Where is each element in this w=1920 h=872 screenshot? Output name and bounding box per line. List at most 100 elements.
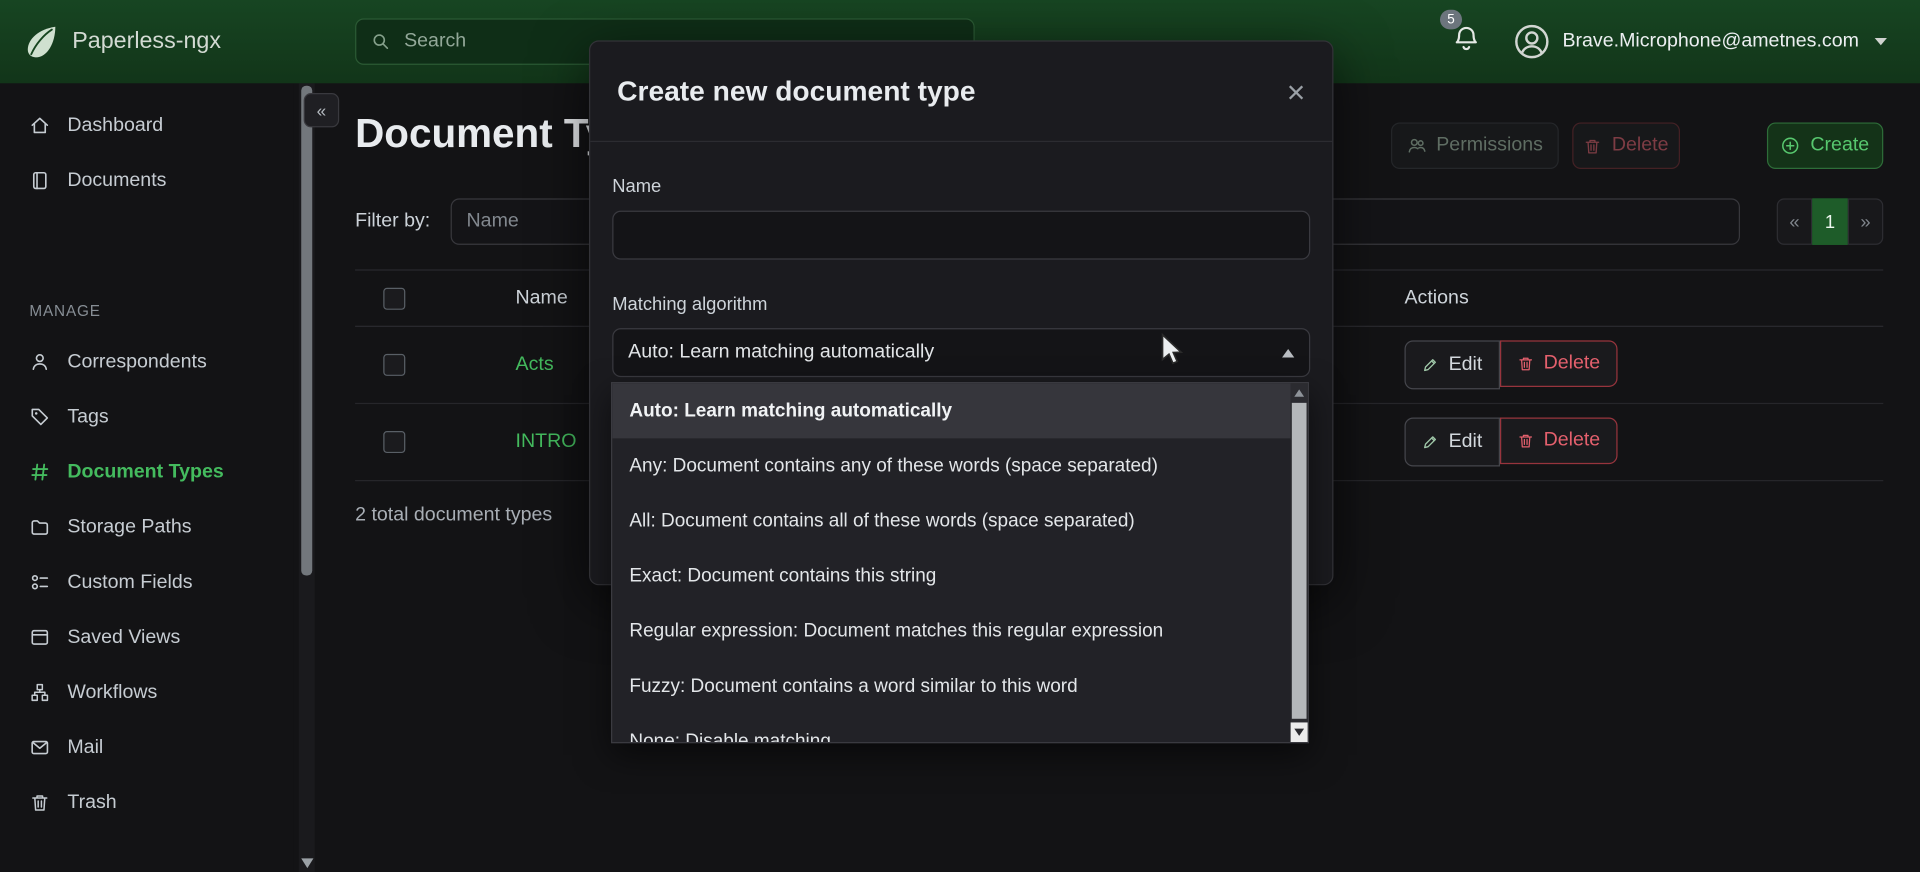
sidebar-item-label: Correspondents: [67, 350, 207, 372]
delete-button-label: Delete: [1611, 134, 1669, 156]
trash-icon: [29, 792, 50, 813]
sidebar-item-storage-paths[interactable]: Storage Paths: [0, 500, 294, 555]
mail-icon: [29, 737, 50, 758]
name-field-label: Name: [612, 176, 662, 198]
pagination-page-1-button[interactable]: 1: [1812, 198, 1848, 245]
delete-selected-button[interactable]: Delete: [1572, 122, 1680, 169]
permissions-button-label: Permissions: [1436, 134, 1543, 156]
dropdown-option-auto[interactable]: Auto: Learn matching automatically: [612, 383, 1291, 439]
dropdown-scrollbar-thumb[interactable]: [1291, 402, 1307, 719]
total-count-text: 2 total document types: [355, 504, 553, 526]
home-icon: [29, 115, 50, 136]
sidebar-item-documents[interactable]: Documents: [0, 153, 294, 208]
row-checkbox[interactable]: [383, 353, 406, 376]
tag-icon: [29, 407, 50, 428]
user-menu[interactable]: Brave.Microphone@ametnes.com: [1562, 0, 1888, 83]
select-value: Auto: Learn matching automatically: [628, 341, 935, 363]
modal-title: Create new document type: [617, 74, 976, 107]
sidebar-item-workflows[interactable]: Workflows: [0, 665, 294, 720]
dropdown-option-regex[interactable]: Regular expression: Document matches thi…: [612, 604, 1290, 659]
sidebar-scrollbar[interactable]: [298, 83, 315, 872]
sidebar-item-tags[interactable]: Tags: [0, 389, 294, 444]
sidebar-item-label: Custom Fields: [67, 571, 193, 593]
sidebar-item-correspondents[interactable]: Correspondents: [0, 334, 294, 389]
row-checkbox[interactable]: [383, 431, 406, 454]
sidebar-item-dashboard[interactable]: Dashboard: [0, 98, 294, 153]
search-icon: [371, 32, 391, 52]
modal-body: Name Matching algorithm Auto: Learn matc…: [590, 142, 1332, 378]
sidebar-item-custom-fields[interactable]: Custom Fields: [0, 555, 294, 610]
select-all-checkbox[interactable]: [383, 287, 406, 310]
pagination-prev-button[interactable]: «: [1776, 198, 1813, 245]
hash-icon: [29, 462, 50, 483]
sidebar-item-label: Tags: [67, 405, 109, 427]
edit-button[interactable]: Edit: [1404, 340, 1500, 390]
paperless-leaf-logo-icon: [22, 23, 59, 60]
filter-by-label: Filter by:: [355, 210, 431, 232]
trash-icon: [1518, 357, 1532, 371]
modal-header: Create new document type ×: [590, 42, 1333, 143]
create-button[interactable]: Create: [1766, 122, 1884, 169]
name-input[interactable]: [612, 210, 1311, 260]
users-icon: [1408, 138, 1426, 153]
trash-icon: [1518, 434, 1532, 448]
brand[interactable]: Paperless-ngx: [22, 0, 221, 83]
sidebar-collapse-button[interactable]: «: [303, 93, 340, 128]
sidebar-item-mail[interactable]: Mail: [0, 720, 294, 775]
delete-row-button[interactable]: Delete: [1499, 340, 1618, 387]
delete-row-button[interactable]: Delete: [1499, 417, 1618, 465]
notifications[interactable]: 5: [1439, 9, 1496, 74]
dropdown-option-exact[interactable]: Exact: Document contains this string: [612, 549, 1290, 604]
scroll-down-arrow-icon[interactable]: [1290, 722, 1308, 743]
dropdown-option-none[interactable]: None: Disable matching: [612, 714, 1290, 742]
user-menu-caret-icon: [1874, 37, 1888, 46]
pagination: « 1 »: [1776, 198, 1884, 245]
dropdown-option-all[interactable]: All: Document contains all of these word…: [612, 493, 1290, 548]
custom-fields-icon: [29, 572, 50, 593]
matching-algorithm-label: Matching algorithm: [612, 293, 768, 315]
sidebar-item-trash[interactable]: Trash: [0, 775, 294, 830]
sidebar-item-document-types[interactable]: Document Types: [0, 444, 294, 499]
documents-icon: [29, 170, 50, 191]
sidebar-item-label: Saved Views: [67, 626, 181, 648]
dropdown-option-fuzzy[interactable]: Fuzzy: Document contains a word similar …: [612, 659, 1290, 714]
pagination-next-button[interactable]: »: [1847, 198, 1884, 245]
close-icon[interactable]: ×: [1287, 75, 1306, 107]
trash-icon: [1586, 139, 1600, 153]
sidebar-scrollbar-thumb[interactable]: [301, 85, 313, 576]
document-type-link[interactable]: Acts: [516, 354, 554, 375]
matching-algorithm-dropdown: Auto: Learn matching automatically Any: …: [611, 382, 1309, 744]
matching-algorithm-select[interactable]: Auto: Learn matching automatically: [612, 328, 1311, 378]
sidebar-section-manage: MANAGE: [29, 302, 101, 320]
sidebar-item-saved-views[interactable]: Saved Views: [0, 610, 294, 665]
bell-icon: [1455, 26, 1477, 51]
sidebar-item-label: Mail: [67, 736, 104, 758]
caret-up-icon: [1282, 348, 1295, 357]
dropdown-scrollbar[interactable]: [1290, 383, 1308, 743]
user-email: Brave.Microphone@ametnes.com: [1562, 30, 1859, 52]
sidebar-item-label: Dashboard: [67, 114, 164, 136]
delete-button-label: Delete: [1543, 352, 1601, 374]
pencil-icon: [1424, 436, 1437, 449]
sidebar-item-label: Documents: [67, 169, 167, 191]
scroll-down-arrow-icon[interactable]: [300, 858, 313, 869]
create-button-label: Create: [1810, 134, 1870, 156]
pencil-icon: [1424, 359, 1437, 372]
app-root: Paperless-ngx 5 Brave.Microphone@ametnes…: [0, 0, 1920, 872]
user-circle-icon: [1515, 24, 1549, 59]
column-header-actions: Actions: [1404, 287, 1469, 308]
avatar[interactable]: [1513, 23, 1550, 60]
dropdown-option-any[interactable]: Any: Document contains any of these word…: [612, 438, 1290, 493]
scroll-up-arrow-icon[interactable]: [1290, 383, 1308, 402]
brand-label: Paperless-ngx: [72, 28, 221, 54]
permissions-button[interactable]: Permissions: [1391, 122, 1559, 169]
edit-button[interactable]: Edit: [1404, 417, 1500, 467]
edit-button-label: Edit: [1448, 353, 1483, 375]
collapse-chevrons-icon: «: [316, 100, 327, 120]
sidebar-item-label: Trash: [67, 791, 117, 813]
person-icon: [29, 351, 50, 372]
sidebar-item-label: Document Types: [67, 461, 224, 482]
edit-button-label: Edit: [1448, 431, 1483, 452]
document-type-link[interactable]: INTRO: [516, 431, 577, 452]
sidebar-item-label: Workflows: [67, 681, 158, 703]
